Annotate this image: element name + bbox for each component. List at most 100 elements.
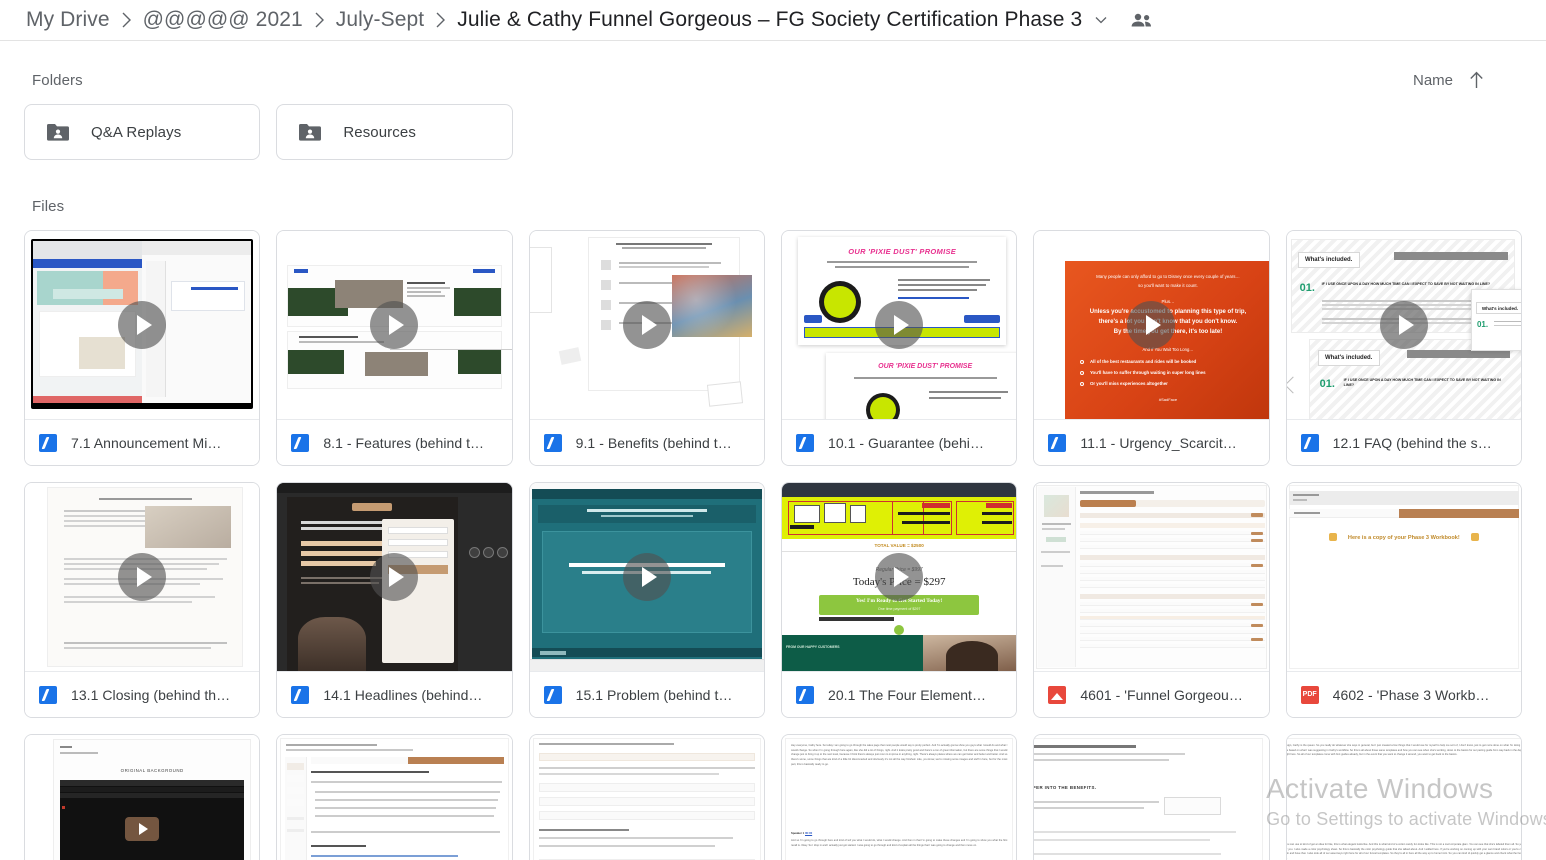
file-thumbnail[interactable]: Hey everyone, Cathy here. So today I am … xyxy=(781,735,1017,860)
folder-chip-qa-replays[interactable]: Q&A Replays xyxy=(24,104,261,160)
thumbnail-art-doc-outline xyxy=(277,735,511,860)
file-thumbnail[interactable]: Many people can only afford to go to Dis… xyxy=(1034,231,1269,420)
thumbnail-art-dark-video-doc: ORIGINAL BACKGROUND xyxy=(25,735,259,860)
folders-grid: Q&A Replays Resources xyxy=(0,104,1546,160)
file-thumbnail[interactable]: ORIGINAL BACKGROUND xyxy=(25,735,260,860)
file-card[interactable]: 4601 - 'Funnel Gorgeou… xyxy=(1033,482,1270,718)
file-card[interactable]: What's included. 01. IF I USE ONCE UPON … xyxy=(1285,230,1522,466)
file-card[interactable]: Hey everyone, Cathy here. So today I am … xyxy=(780,734,1018,860)
thumb-promise-title-2: OUR 'PIXIE DUST' PROMISE xyxy=(878,363,973,370)
arrow-up-icon[interactable] xyxy=(1469,71,1484,89)
thumb-cta-sub: One time payment of $297 xyxy=(877,607,921,611)
breadcrumb-item-current-folder[interactable]: Julie & Cathy Funnel Gorgeous – FG Socie… xyxy=(457,8,1082,32)
file-thumbnail[interactable]: Here is a copy of your Phase 3 Workbook! xyxy=(1286,483,1521,672)
file-thumbnail[interactable]: GO DEEPER INTO THE BENEFITS. xyxy=(1034,735,1269,860)
play-button-overlay[interactable] xyxy=(370,301,419,349)
file-card[interactable] xyxy=(528,734,765,860)
file-card[interactable]: Many people can only afford to go to Dis… xyxy=(1033,230,1270,466)
folder-chip-resources[interactable]: Resources xyxy=(276,104,513,160)
files-section-header: Files xyxy=(0,182,1546,230)
thumb-orange-wait: And If You Wait Too Long… xyxy=(1142,347,1194,352)
file-thumbnail[interactable]: Okay. Obviously when it comes to design,… xyxy=(1286,735,1521,860)
file-card[interactable]: OUR 'PIXIE DUST' PROMISE OUR 'PIXIE DUST… xyxy=(780,230,1018,466)
file-card[interactable]: 15.1 Problem (behind t… xyxy=(528,482,765,718)
file-card[interactable]: 9.1 - Benefits (behind t… xyxy=(528,230,765,466)
thumb-faq-question-2: IF I USE ONCE UPON A DAY HOW MUCH TIME C… xyxy=(1343,378,1501,388)
people-share-icon[interactable] xyxy=(1130,11,1154,29)
file-thumbnail[interactable] xyxy=(25,231,260,420)
file-card[interactable]: 14.1 Headlines (behind… xyxy=(276,482,513,718)
thumbnail-art-doc-transcript-left: Hey everyone, Cathy here. So today I am … xyxy=(782,735,1016,860)
file-thumbnail[interactable] xyxy=(25,483,260,672)
thumbnail-art-doc-transcript-right: Okay. Obviously when it comes to design,… xyxy=(1286,735,1521,860)
file-thumbnail[interactable] xyxy=(529,231,764,420)
file-card[interactable]: TOTAL VALUE = $2500 Regular Price = $997… xyxy=(780,482,1018,718)
file-thumbnail[interactable]: OUR 'PIXIE DUST' PROMISE OUR 'PIXIE DUST… xyxy=(781,231,1017,420)
play-button-overlay[interactable] xyxy=(875,301,924,349)
file-footer: 7.1 Announcement Mi… xyxy=(25,420,260,465)
file-thumbnail[interactable] xyxy=(277,735,512,860)
video-file-icon xyxy=(543,433,562,452)
file-thumbnail[interactable] xyxy=(1034,483,1269,672)
file-footer: 20.1 The Four Element… xyxy=(781,672,1017,717)
video-file-icon xyxy=(39,685,57,704)
video-file-icon xyxy=(39,433,57,452)
file-card[interactable]: ORIGINAL BACKGROUND xyxy=(24,734,261,860)
thumb-orange-plus: Plus… xyxy=(1161,299,1175,304)
thumb-whats-included-label: What's included. xyxy=(1297,252,1360,268)
file-footer: 10.1 - Guarantee (behi… xyxy=(781,420,1017,465)
play-button-overlay[interactable] xyxy=(118,553,167,601)
sort-control[interactable]: Name xyxy=(1413,71,1522,89)
thumb-total-value: TOTAL VALUE = $2500 xyxy=(874,543,924,548)
file-footer: 11.1 - Urgency_Scarcit… xyxy=(1034,420,1269,465)
file-card[interactable]: GO DEEPER INTO THE BENEFITS. xyxy=(1033,734,1270,860)
play-button-overlay[interactable] xyxy=(875,553,924,601)
video-file-icon xyxy=(291,685,310,704)
file-thumbnail[interactable] xyxy=(529,735,764,860)
sort-label: Name xyxy=(1412,71,1453,89)
file-card[interactable]: 8.1 - Features (behind t… xyxy=(276,230,513,466)
file-name: 13.1 Closing (behind th… xyxy=(71,686,231,703)
file-name: 9.1 - Benefits (behind t… xyxy=(575,434,732,451)
video-file-icon xyxy=(543,685,562,704)
breadcrumb-item-year[interactable]: @@@@@ 2021 xyxy=(143,8,303,32)
image-file-icon xyxy=(1048,685,1067,704)
file-name: 4602 - 'Phase 3 Workb… xyxy=(1332,686,1490,703)
file-thumbnail[interactable]: What's included. 01. IF I USE ONCE UPON … xyxy=(1286,231,1521,420)
file-footer: 4601 - 'Funnel Gorgeou… xyxy=(1034,672,1269,717)
thumb-benefits-head: GO DEEPER INTO THE BENEFITS. xyxy=(1034,785,1097,790)
file-card[interactable]: Here is a copy of your Phase 3 Workbook!… xyxy=(1285,482,1522,718)
shared-folder-icon xyxy=(299,123,322,141)
play-button-overlay[interactable] xyxy=(125,817,160,841)
thumb-testimonial-head: FROM OUR HAPPY CUSTOMERS xyxy=(785,645,840,649)
folders-label: Folders xyxy=(32,71,83,89)
breadcrumb-item-quarter[interactable]: July-Sept xyxy=(336,8,424,32)
breadcrumb-separator-icon xyxy=(314,12,325,28)
play-button-overlay[interactable] xyxy=(622,553,671,601)
thumbnail-art-workbook-pdf: Here is a copy of your Phase 3 Workbook! xyxy=(1287,483,1521,671)
file-name: 15.1 Problem (behind t… xyxy=(575,686,733,703)
file-thumbnail[interactable] xyxy=(277,231,512,420)
file-thumbnail[interactable] xyxy=(529,483,764,672)
thumb-orange-line1: Many people can only afford to go to Dis… xyxy=(1096,274,1240,279)
file-footer: 9.1 - Benefits (behind t… xyxy=(529,420,764,465)
file-thumbnail[interactable] xyxy=(277,483,512,672)
file-footer: 15.1 Problem (behind t… xyxy=(529,672,764,717)
breadcrumb-item-my-drive[interactable]: My Drive xyxy=(26,8,110,32)
play-button-overlay[interactable] xyxy=(1127,301,1176,349)
file-card[interactable] xyxy=(276,734,513,860)
thumb-workbook-line: Here is a copy of your Phase 3 Workbook! xyxy=(1347,535,1460,541)
video-file-icon xyxy=(291,433,310,452)
breadcrumb-separator-icon xyxy=(435,12,446,28)
play-button-overlay[interactable] xyxy=(370,553,419,601)
play-button-overlay[interactable] xyxy=(1379,301,1428,349)
play-button-overlay[interactable] xyxy=(622,301,671,349)
file-thumbnail[interactable]: TOTAL VALUE = $2500 Regular Price = $997… xyxy=(781,483,1017,672)
file-card[interactable]: Okay. Obviously when it comes to design,… xyxy=(1285,734,1522,860)
file-card[interactable]: 7.1 Announcement Mi… xyxy=(24,230,261,466)
play-button-overlay[interactable] xyxy=(118,301,167,349)
file-footer: 8.1 - Features (behind t… xyxy=(277,420,512,465)
file-card[interactable]: 13.1 Closing (behind th… xyxy=(24,482,261,718)
chevron-down-icon[interactable] xyxy=(1094,13,1108,27)
thumb-orange-bullet-2: You'll have to suffer through waiting in… xyxy=(1089,370,1206,375)
